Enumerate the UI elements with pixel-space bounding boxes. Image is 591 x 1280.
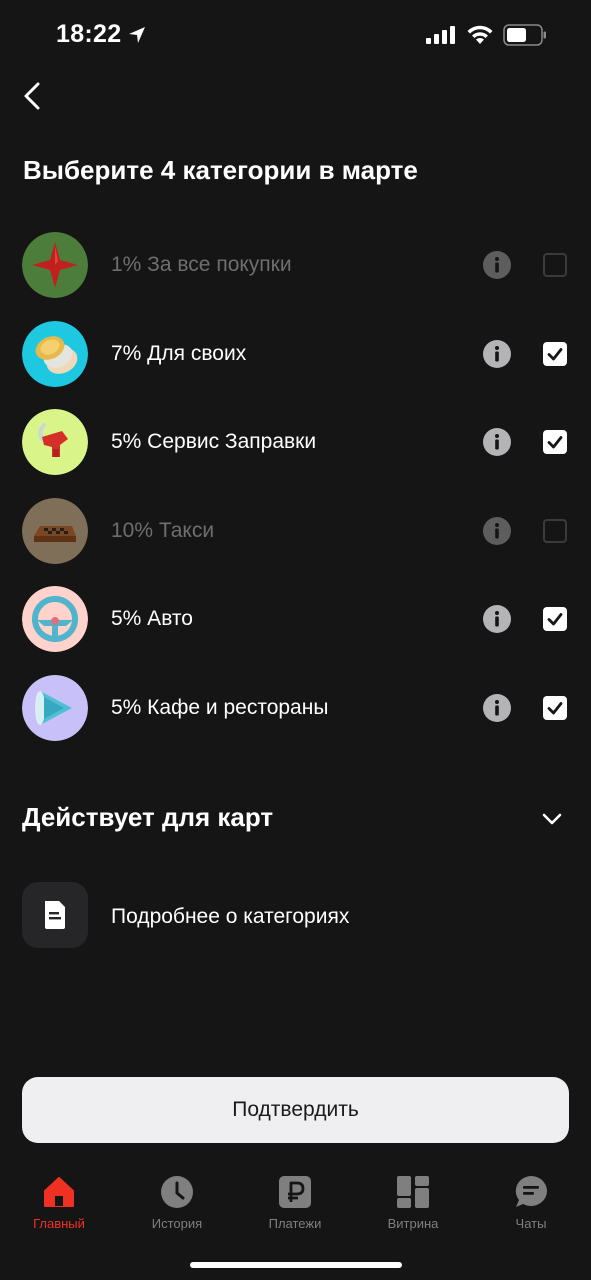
tab-payments[interactable]: Платежи bbox=[236, 1170, 354, 1231]
tab-history[interactable]: История bbox=[118, 1170, 236, 1231]
category-checkbox[interactable] bbox=[543, 607, 567, 631]
tab-label: Чаты bbox=[515, 1216, 547, 1231]
grid-icon bbox=[397, 1176, 429, 1208]
tab-chats[interactable]: Чаты bbox=[472, 1170, 590, 1231]
info-icon bbox=[483, 516, 511, 545]
category-label: 5% Кафе и рестораны bbox=[111, 695, 329, 719]
more-about-categories[interactable]: Подробнее о категориях bbox=[0, 882, 591, 952]
battery-icon bbox=[503, 24, 546, 46]
document-icon bbox=[22, 882, 88, 948]
info-icon bbox=[483, 251, 511, 279]
category-item-all-purchases[interactable]: 1% За все покупки bbox=[0, 220, 591, 309]
confirm-button[interactable]: Подтвердить bbox=[22, 1077, 569, 1143]
section-title: Действует для карт bbox=[22, 802, 274, 832]
category-item-cafes-restaurants[interactable]: 5% Кафе и рестораны bbox=[0, 663, 591, 752]
checkmark-icon bbox=[547, 613, 563, 626]
page-title: Выберите 4 категории в марте bbox=[23, 155, 418, 185]
category-label: 5% Авто bbox=[111, 607, 193, 630]
info-button[interactable] bbox=[483, 605, 511, 633]
chevron-down-icon bbox=[542, 813, 562, 825]
category-checkbox[interactable] bbox=[543, 341, 567, 366]
category-checkbox[interactable] bbox=[543, 430, 567, 454]
info-icon bbox=[483, 339, 511, 368]
info-button[interactable] bbox=[483, 693, 511, 722]
tab-main[interactable]: Главный bbox=[0, 1170, 118, 1231]
info-button[interactable] bbox=[483, 251, 511, 279]
category-label: 7% Для своих bbox=[111, 341, 247, 365]
category-label: 10% Такси bbox=[111, 518, 215, 542]
location-arrow-icon bbox=[129, 27, 145, 43]
info-button[interactable] bbox=[483, 428, 511, 456]
info-icon bbox=[483, 605, 511, 633]
tab-label: История bbox=[151, 1216, 203, 1231]
checkmark-icon bbox=[547, 701, 563, 714]
home-indicator bbox=[190, 1262, 402, 1268]
more-label: Подробнее о категориях bbox=[111, 905, 350, 928]
info-icon bbox=[483, 428, 511, 456]
ruble-icon bbox=[279, 1176, 311, 1208]
category-item-auto[interactable]: 5% Авто bbox=[0, 574, 591, 663]
cards-section-toggle[interactable]: Действует для карт bbox=[0, 790, 591, 846]
back-button[interactable] bbox=[16, 76, 56, 116]
category-list: 1% За все покупки 7% Для своих 5% Сервис… bbox=[0, 220, 591, 751]
status-bar: 18:22 bbox=[0, 0, 591, 70]
category-item-for-friends[interactable]: 7% Для своих bbox=[0, 309, 591, 398]
category-label: 5% Сервис Заправки bbox=[111, 430, 317, 453]
category-item-fuel-service[interactable]: 5% Сервис Заправки bbox=[0, 397, 591, 486]
info-icon bbox=[483, 693, 511, 722]
tab-label: Главный bbox=[33, 1216, 85, 1231]
checkmark-icon bbox=[547, 347, 563, 360]
cellular-signal-icon bbox=[426, 26, 455, 44]
chevron-left-icon bbox=[24, 82, 40, 110]
clock-icon bbox=[161, 1176, 193, 1208]
category-item-taxi[interactable]: 10% Такси bbox=[0, 486, 591, 575]
category-checkbox[interactable] bbox=[543, 253, 567, 277]
star-icon bbox=[22, 232, 88, 298]
tab-label: Витрина bbox=[387, 1216, 439, 1231]
steering-wheel-icon bbox=[22, 586, 88, 652]
home-icon bbox=[44, 1177, 74, 1207]
play-cone-icon bbox=[22, 674, 88, 741]
info-button[interactable] bbox=[483, 516, 511, 545]
category-checkbox[interactable] bbox=[543, 695, 567, 720]
status-time: 18:22 bbox=[56, 20, 122, 48]
chat-icon bbox=[515, 1176, 547, 1207]
category-checkbox[interactable] bbox=[543, 518, 567, 543]
fuel-nozzle-icon bbox=[22, 409, 88, 475]
checkmark-icon bbox=[547, 436, 563, 449]
tab-showcase[interactable]: Витрина bbox=[354, 1170, 472, 1231]
info-button[interactable] bbox=[483, 339, 511, 368]
category-label: 1% За все покупки bbox=[111, 253, 292, 276]
taxi-sign-icon bbox=[22, 497, 88, 564]
tab-label: Платежи bbox=[268, 1216, 322, 1231]
coins-icon bbox=[22, 320, 88, 387]
tab-bar: Главный История Платежи Витрина Чаты bbox=[0, 1170, 591, 1240]
wifi-icon bbox=[467, 25, 493, 44]
